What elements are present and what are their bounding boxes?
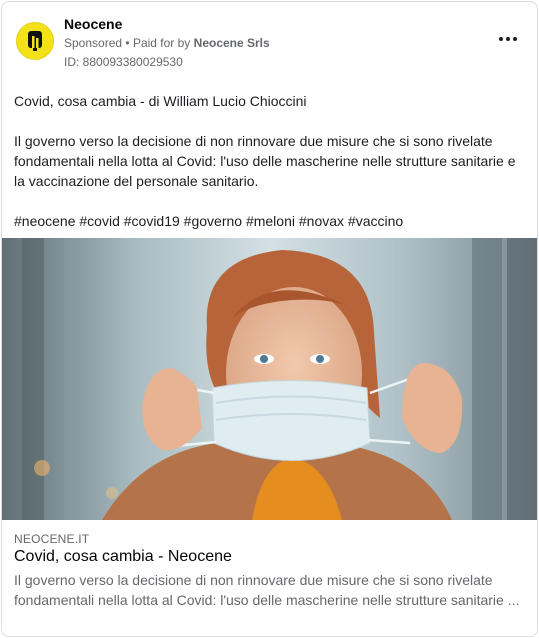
paid-for-name: Neocene Srls bbox=[193, 36, 270, 50]
woman-with-mask-photo bbox=[2, 238, 537, 520]
neocene-logo-icon bbox=[28, 31, 42, 51]
sponsored-post-card: Neocene Sponsored • Paid for by Neocene … bbox=[1, 1, 538, 637]
more-options-dot bbox=[513, 37, 517, 41]
paid-for-prefix: Paid for by bbox=[132, 36, 191, 50]
link-domain: NEOCENE.IT bbox=[14, 532, 90, 546]
more-options-dot bbox=[506, 37, 510, 41]
page-name[interactable]: Neocene bbox=[64, 16, 122, 32]
post-header: Neocene Sponsored • Paid for by Neocene … bbox=[2, 2, 537, 82]
more-options-icon bbox=[499, 37, 503, 41]
post-description: Il governo verso la decisione di non rin… bbox=[14, 133, 516, 189]
ad-id: ID: 880093380029530 bbox=[64, 55, 183, 69]
page-avatar[interactable] bbox=[16, 22, 54, 60]
more-options-button[interactable] bbox=[497, 32, 519, 46]
post-image[interactable] bbox=[2, 238, 537, 520]
separator-dot: • bbox=[125, 36, 130, 50]
post-title-line: Covid, cosa cambia - di William Lucio Ch… bbox=[14, 93, 307, 109]
link-preview[interactable]: NEOCENE.IT Covid, cosa cambia - Neocene … bbox=[2, 520, 537, 636]
link-description: Il governo verso la decisione di non rin… bbox=[14, 572, 520, 608]
link-title[interactable]: Covid, cosa cambia - Neocene bbox=[14, 548, 232, 566]
sponsored-line: Sponsored • Paid for by Neocene Srls bbox=[64, 36, 270, 50]
sponsored-label: Sponsored bbox=[64, 36, 123, 50]
post-hashtags[interactable]: #neocene #covid #covid19 #governo #melon… bbox=[14, 211, 403, 231]
